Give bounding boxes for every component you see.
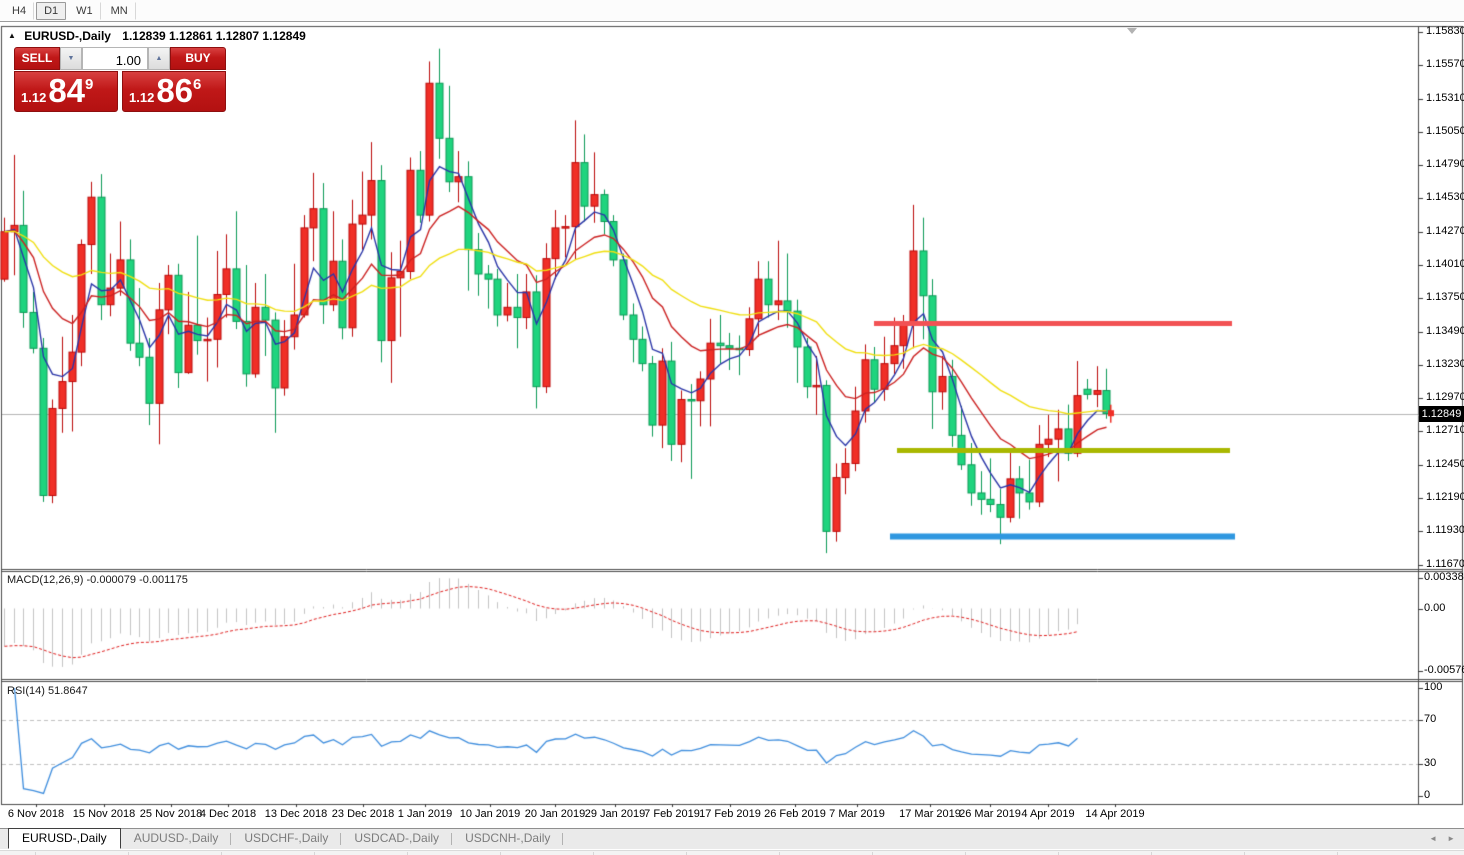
date-axis-tick: 4 Dec 2018 — [200, 808, 256, 820]
chart-shift-marker-icon[interactable] — [1127, 28, 1137, 34]
tab-eurusd[interactable]: EURUSD-,Daily — [8, 828, 121, 849]
rsi-axis-tick: 100 — [1424, 681, 1442, 693]
tab-scroll-nav: ◄► — [1424, 834, 1460, 843]
price-axis-tick: 1.14270 — [1426, 225, 1464, 237]
date-axis-tick: 26 Mar 2019 — [959, 808, 1021, 820]
timeframe-button-mn[interactable]: MN — [103, 2, 136, 20]
buy-price-pip: 6 — [193, 76, 201, 93]
sell-price-box[interactable]: 1.12 84 9 — [14, 71, 118, 112]
tab-usdcad[interactable]: USDCAD-,Daily — [341, 829, 452, 849]
sell-price-big: 84 — [48, 74, 85, 107]
timeframe-button-d1[interactable]: D1 — [36, 2, 66, 20]
volume-increase-button[interactable]: ▲ — [148, 47, 170, 70]
timeframe-toolbar: H4 D1 W1 MN — [0, 0, 1464, 22]
date-axis-tick: 17 Mar 2019 — [899, 808, 961, 820]
current-price-badge: 1.12849 — [1419, 406, 1464, 422]
price-axis-tick: 1.13230 — [1426, 358, 1464, 370]
chart-tab-bar: EURUSD-,Daily AUDUSD-,Daily USDCHF-,Dail… — [0, 828, 1464, 849]
date-axis-tick: 7 Feb 2019 — [644, 808, 700, 820]
sell-button[interactable]: SELL — [14, 47, 60, 70]
chart-title: ▲ EURUSD-,Daily 1.12839 1.12861 1.12807 … — [8, 29, 306, 43]
buy-button[interactable]: BUY — [170, 47, 226, 70]
rsi-axis-tick: 30 — [1424, 757, 1436, 769]
price-axis-tick: 1.15310 — [1426, 92, 1464, 104]
price-axis-tick: 1.11930 — [1426, 524, 1464, 536]
price-axis-tick: 1.12450 — [1426, 458, 1464, 470]
price-axis-tick: 1.14010 — [1426, 258, 1464, 270]
sell-price-prefix: 1.12 — [21, 89, 46, 107]
chart-canvas[interactable] — [0, 0, 1464, 855]
volume-input[interactable] — [82, 47, 148, 70]
tab-scroll-right-icon[interactable]: ► — [1442, 834, 1460, 843]
macd-axis-tick: -0.00576 — [1424, 664, 1464, 676]
price-axis-tick: 1.14790 — [1426, 158, 1464, 170]
chart-ohlc-quote: 1.12839 1.12861 1.12807 1.12849 — [122, 29, 306, 43]
tab-usdchf[interactable]: USDCHF-,Daily — [231, 829, 341, 849]
price-axis-tick: 1.13750 — [1426, 291, 1464, 303]
volume-decrease-button[interactable]: ▼ — [60, 47, 82, 70]
price-axis-tick: 1.15830 — [1426, 25, 1464, 37]
price-axis-tick: 1.13490 — [1426, 325, 1464, 337]
date-axis-tick: 15 Nov 2018 — [73, 808, 135, 820]
chevron-up-icon: ▲ — [156, 55, 163, 62]
price-axis-tick: 1.15050 — [1426, 125, 1464, 137]
bottom-strip — [0, 850, 1464, 855]
terminal-window: H4 D1 W1 MN ▲ EURUSD-,Daily 1.12839 1.12… — [0, 0, 1464, 855]
date-axis-tick: 6 Nov 2018 — [8, 808, 64, 820]
tab-usdcnh[interactable]: USDCNH-,Daily — [452, 829, 563, 849]
chart-symbol-label: EURUSD-,Daily — [24, 29, 111, 43]
chevron-down-icon: ▼ — [68, 55, 75, 62]
rsi-indicator-label: RSI(14) 51.8647 — [7, 685, 88, 697]
tab-scroll-left-icon[interactable]: ◄ — [1424, 834, 1442, 843]
date-axis-tick: 20 Jan 2019 — [525, 808, 586, 820]
date-axis-tick: 1 Jan 2019 — [398, 808, 452, 820]
date-axis-tick: 4 Apr 2019 — [1021, 808, 1074, 820]
date-axis-tick: 13 Dec 2018 — [265, 808, 327, 820]
buy-price-prefix: 1.12 — [129, 89, 154, 107]
sell-price-pip: 9 — [85, 76, 93, 93]
date-axis-tick: 14 Apr 2019 — [1085, 808, 1144, 820]
price-axis-tick: 1.12710 — [1426, 424, 1464, 436]
price-axis-tick: 1.12190 — [1426, 491, 1464, 503]
date-axis-tick: 25 Nov 2018 — [140, 808, 202, 820]
collapse-icon[interactable]: ▲ — [8, 31, 16, 40]
date-axis-tick: 7 Mar 2019 — [829, 808, 885, 820]
date-axis-tick: 17 Feb 2019 — [699, 808, 761, 820]
date-axis-tick: 10 Jan 2019 — [460, 808, 521, 820]
macd-axis-tick: 0.00 — [1424, 602, 1445, 614]
price-axis-tick: 1.12970 — [1426, 391, 1464, 403]
date-axis-tick: 26 Feb 2019 — [764, 808, 826, 820]
buy-price-big: 86 — [156, 74, 193, 107]
tab-audusd[interactable]: AUDUSD-,Daily — [121, 829, 232, 849]
rsi-axis-tick: 0 — [1424, 789, 1430, 801]
macd-axis-tick: 0.003387 — [1424, 571, 1464, 583]
rsi-axis-tick: 70 — [1424, 713, 1436, 725]
price-axis-tick: 1.14530 — [1426, 191, 1464, 203]
timeframe-button-w1[interactable]: W1 — [68, 2, 101, 20]
timeframe-button-h4[interactable]: H4 — [4, 2, 34, 20]
price-axis-tick: 1.11670 — [1426, 558, 1464, 570]
price-axis-tick: 1.15570 — [1426, 58, 1464, 70]
date-axis-tick: 29 Jan 2019 — [585, 808, 646, 820]
date-axis-tick: 23 Dec 2018 — [332, 808, 394, 820]
macd-indicator-label: MACD(12,26,9) -0.000079 -0.001175 — [7, 574, 188, 586]
buy-price-box[interactable]: 1.12 86 6 — [122, 71, 226, 112]
